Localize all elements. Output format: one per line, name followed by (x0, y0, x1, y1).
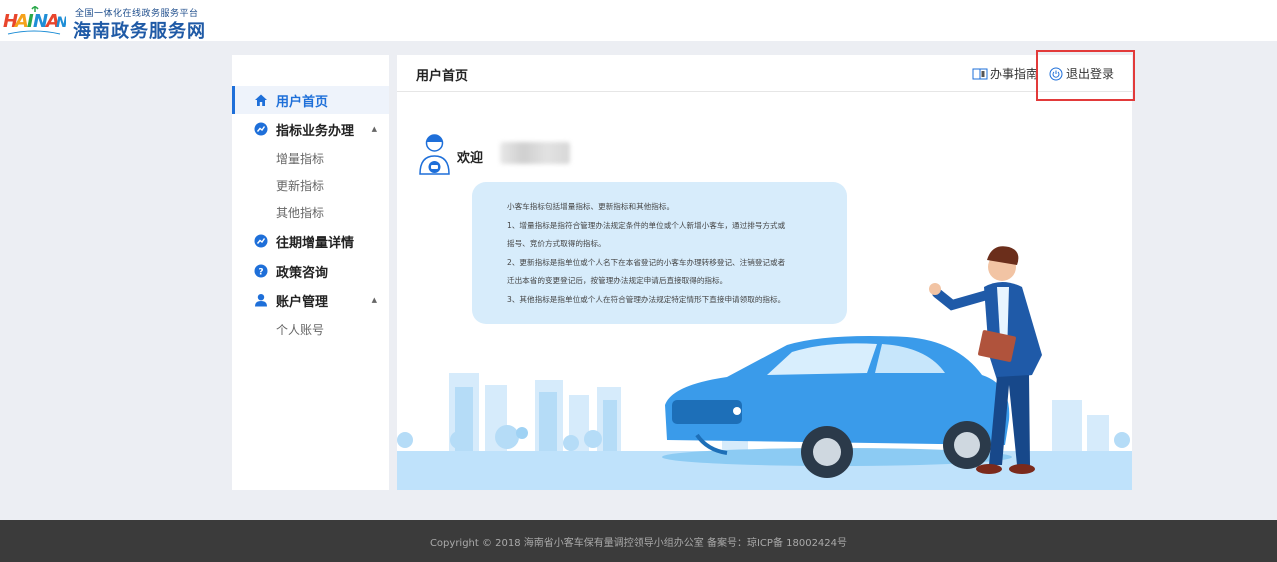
sidebar-item-history[interactable]: 往期增量详情 (232, 227, 389, 255)
sidebar-item-label: 政策咨询 (276, 265, 329, 281)
sidebar-item-policy[interactable]: ? 政策咨询 (232, 257, 389, 285)
user-icon (254, 293, 268, 307)
sidebar-subitem-incremental[interactable]: 增量指标 (276, 150, 324, 167)
hainan-logo[interactable]: H A I N A N (2, 3, 66, 39)
info-line: 小客车指标包括增量指标、更新指标和其他指标。 (507, 202, 675, 211)
top-header: H A I N A N 全国一体化在线政务服务平台 海南政务服务网 (0, 0, 1277, 43)
sidebar-item-home[interactable]: 用户首页 (232, 86, 389, 114)
svg-text:?: ? (258, 268, 263, 278)
username-blurred (500, 142, 570, 164)
avatar (419, 134, 450, 175)
welcome-text: 欢迎 (457, 151, 484, 166)
main-panel: 用户首页 办事指南 退出登录 欢迎 小客车指标包括增量指标、更新指标和其他指标。… (397, 55, 1132, 490)
sidebar-item-label: 账户管理 (276, 294, 329, 310)
sidebar-subitem-renewal[interactable]: 更新指标 (276, 177, 324, 194)
caret-up-icon: ▲ (371, 125, 377, 133)
trend-icon (254, 234, 268, 248)
caret-up-icon: ▲ (371, 296, 377, 304)
sidebar-item-label: 往期增量详情 (276, 235, 355, 251)
home-icon (254, 93, 268, 107)
sidebar-item-quota-business[interactable]: 指标业务办理 ▲ (232, 115, 389, 143)
quota-info-bubble: 小客车指标包括增量指标、更新指标和其他指标。 1、增量指标是指符合管理办法规定条… (472, 182, 847, 324)
sidebar-subitem-personal-account[interactable]: 个人账号 (276, 321, 324, 338)
question-icon: ? (254, 264, 268, 278)
logout-highlight-box (1036, 50, 1135, 101)
sidebar-item-label: 用户首页 (276, 94, 329, 110)
trend-icon (254, 122, 268, 136)
info-line: 迁出本省的变更登记后，按管理办法规定申请后直接取得的指标。 (507, 276, 728, 285)
svg-text:N: N (56, 15, 66, 31)
info-line: 摇号、竞价方式取得的指标。 (507, 239, 606, 248)
footer: Copyright © 2018 海南省小客车保有量调控领导小组办公室 备案号：… (0, 520, 1277, 562)
sidebar-item-account[interactable]: 账户管理 ▲ (232, 286, 389, 314)
info-line: 3、其他指标是指单位或个人在符合管理办法规定特定情形下直接申请领取的指标。 (507, 294, 786, 304)
sidebar-item-label: 指标业务办理 (276, 123, 355, 139)
info-line: 2、更新指标是指单位或个人名下在本省登记的小客车办理转移登记、注销登记或者 (507, 257, 786, 267)
sidebar: 用户首页 指标业务办理 ▲ 增量指标 更新指标 其他指标 往期增量详情 ? 政策… (232, 55, 389, 490)
footer-copyright: Copyright © 2018 海南省小客车保有量调控领导小组办公室 备案号：… (429, 537, 848, 549)
site-title[interactable]: 海南政务服务网 (73, 17, 206, 43)
info-line: 1、增量指标是指符合管理办法规定条件的单位或个人新增小客车，通过排号方式或 (507, 220, 786, 230)
sidebar-subitem-other[interactable]: 其他指标 (276, 204, 324, 221)
